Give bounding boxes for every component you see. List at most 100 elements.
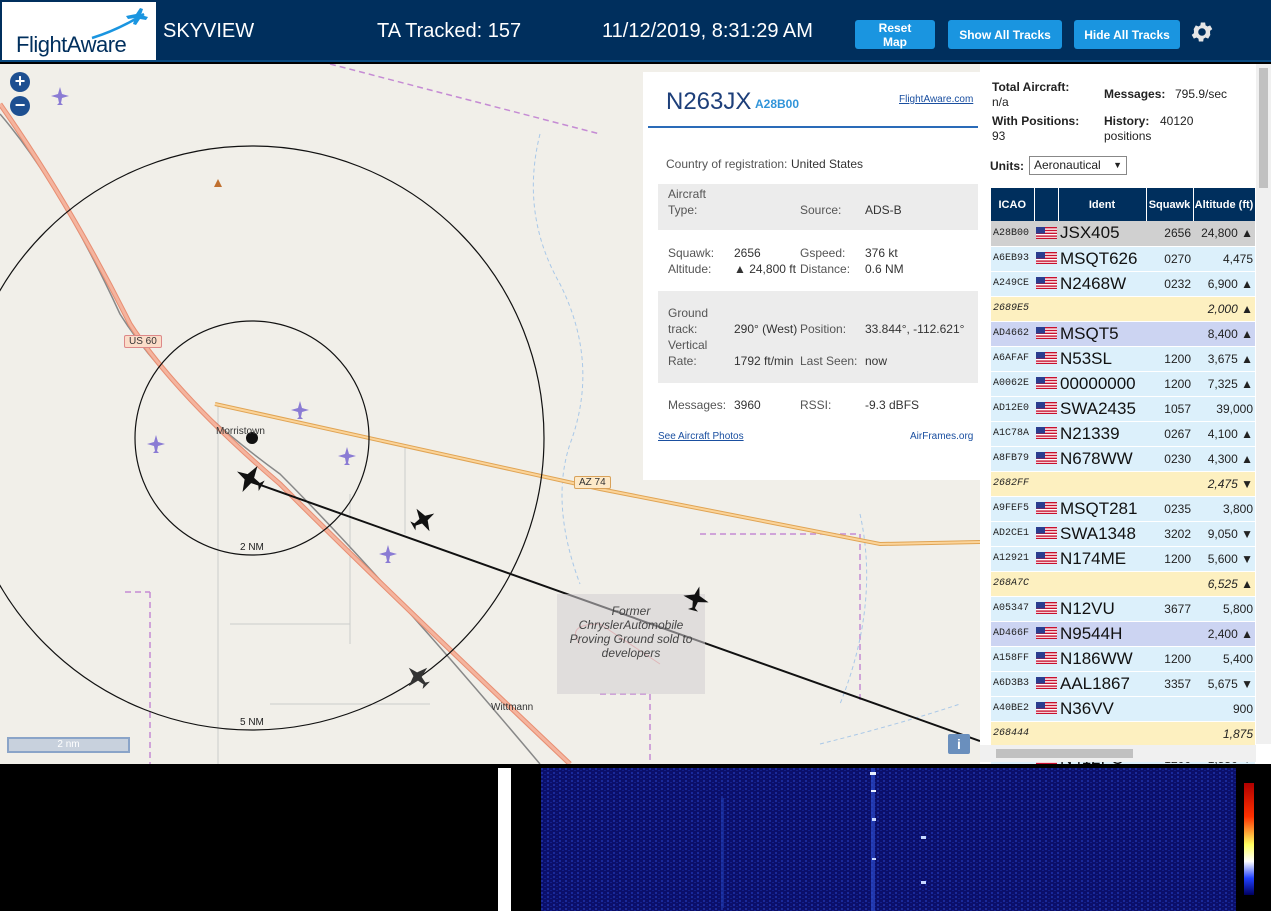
squawk-value: 2656 xyxy=(734,246,761,260)
altitude-value: ▲ 24,800 ft xyxy=(734,262,796,276)
cell-flag xyxy=(1034,646,1058,672)
cell-altitude: 900 xyxy=(1193,696,1255,722)
waterfall-pane xyxy=(511,768,1271,911)
table-row[interactable]: A249CE N2468W 0232 6,900 ▲ xyxy=(991,271,1255,297)
gspeed-label: Gspeed: xyxy=(800,246,846,260)
table-row[interactable]: A6AFAF N53SL 1200 3,675 ▲ xyxy=(991,346,1255,372)
table-row[interactable]: AD2CE1 SWA1348 3202 9,050 ▼ xyxy=(991,521,1255,547)
aircraft-marker-icon[interactable] xyxy=(146,434,166,454)
cell-icao: 268A7C xyxy=(991,571,1034,597)
cell-flag xyxy=(1034,446,1058,472)
cell-flag xyxy=(1034,221,1058,247)
aircraft-marker-icon[interactable] xyxy=(337,446,357,466)
col-altitude-header[interactable]: Altitude (ft) xyxy=(1193,188,1256,221)
selected-aircraft-panel: N263JX A28B00 FlightAware.com Country of… xyxy=(643,72,980,480)
selected-aircraft-icon[interactable] xyxy=(235,464,265,494)
cell-icao: A9FEF5 xyxy=(991,496,1034,522)
col-ident-header[interactable]: Ident xyxy=(1058,188,1147,221)
table-row[interactable]: A6EB93 MSQT626 0270 4,475 xyxy=(991,246,1255,272)
cell-flag xyxy=(1034,246,1058,272)
col-icao-header[interactable]: ICAO xyxy=(991,188,1035,221)
cell-ident: SWA1348 xyxy=(1058,521,1146,547)
cell-squawk xyxy=(1146,571,1193,597)
table-row[interactable]: A28B00 JSX405 2656 24,800 ▲ xyxy=(991,221,1255,247)
hide-all-tracks-button[interactable]: Hide All Tracks xyxy=(1074,20,1180,49)
cell-icao: AD2CE1 xyxy=(991,521,1034,547)
cell-flag xyxy=(1034,396,1058,422)
selected-hex: A28B00 xyxy=(755,97,800,111)
table-row[interactable]: AD12E0 SWA2435 1057 39,000 xyxy=(991,396,1255,422)
col-flag-header[interactable] xyxy=(1034,188,1059,221)
table-row[interactable]: 2682FF 2,475 ▼ xyxy=(991,471,1255,497)
aircraft-marker-icon[interactable] xyxy=(378,544,398,564)
reset-map-button[interactable]: Reset Map xyxy=(855,20,935,49)
us-flag-icon xyxy=(1036,625,1057,642)
us-flag-icon xyxy=(1036,650,1057,667)
us-flag-icon xyxy=(1036,250,1057,267)
aircraft-marker-icon[interactable] xyxy=(290,400,310,420)
table-header-row: ICAO Ident Squawk Altitude (ft) xyxy=(991,188,1256,221)
flightaware-link[interactable]: FlightAware.com xyxy=(899,94,973,105)
table-row[interactable]: A9FEF5 MSQT281 0235 3,800 xyxy=(991,496,1255,522)
cell-ident xyxy=(1058,571,1146,597)
flightaware-logo[interactable]: FlightAware xyxy=(2,2,156,60)
aircraft-marker-icon[interactable] xyxy=(405,664,431,690)
proving-ground-label: Former ChryslerAutomobile Proving Ground… xyxy=(569,604,693,660)
table-row[interactable]: 268444 1,875 xyxy=(991,721,1255,747)
col-squawk-header[interactable]: Squawk xyxy=(1146,188,1194,221)
us-flag-icon xyxy=(1036,600,1057,617)
table-row[interactable]: A0062E 00000000 1200 7,325 ▲ xyxy=(991,371,1255,397)
table-row[interactable]: AD4662 MSQT5 8,400 ▲ xyxy=(991,321,1255,347)
waterfall-colorbar xyxy=(1244,783,1254,895)
cell-squawk xyxy=(1146,321,1193,347)
cell-flag xyxy=(1034,596,1058,622)
cell-icao: A1C78A xyxy=(991,421,1034,447)
scrollbar-thumb[interactable] xyxy=(1259,68,1268,188)
aircraft-marker-icon[interactable] xyxy=(683,586,709,612)
cell-ident: MSQT626 xyxy=(1058,246,1146,272)
cell-icao: A12921 xyxy=(991,546,1034,572)
history-value: 40120 positions xyxy=(1104,114,1194,143)
table-row[interactable]: A40BE2 N36VV 900 xyxy=(991,696,1255,722)
units-select[interactable]: Aeronautical ▼ xyxy=(1029,156,1127,175)
chevron-down-icon: ▼ xyxy=(1113,160,1122,170)
cell-squawk xyxy=(1146,721,1193,747)
cell-altitude: 5,800 xyxy=(1193,596,1255,622)
us-flag-icon xyxy=(1036,675,1057,692)
waterfall-spectrogram xyxy=(541,768,1236,911)
gspeed-value: 376 kt xyxy=(865,246,898,260)
cell-ident xyxy=(1058,296,1146,322)
sidebar-horizontal-scrollbar[interactable] xyxy=(980,745,1256,762)
cell-icao: A158FF xyxy=(991,646,1034,672)
table-row[interactable]: A12921 N174ME 1200 5,600 ▼ xyxy=(991,546,1255,572)
aircraft-marker-icon[interactable] xyxy=(50,86,70,106)
zoom-in-button[interactable]: + xyxy=(10,72,30,92)
airframes-link[interactable]: AirFrames.org xyxy=(910,431,973,442)
sidebar-vertical-scrollbar[interactable] xyxy=(1256,64,1271,744)
scrollbar-thumb[interactable] xyxy=(996,749,1133,758)
aircraft-marker-icon[interactable] xyxy=(410,507,436,533)
cell-altitude: 2,475 ▼ xyxy=(1193,471,1255,497)
zoom-out-button[interactable]: − xyxy=(10,96,30,116)
table-row[interactable]: A6D3B3 AAL1867 3357 5,675 ▼ xyxy=(991,671,1255,697)
cell-icao: A0062E xyxy=(991,371,1034,397)
table-row[interactable]: 2689E5 2,000 ▲ xyxy=(991,296,1255,322)
table-row[interactable]: 268A7C 6,525 ▲ xyxy=(991,571,1255,597)
map-info-button[interactable]: i xyxy=(948,734,970,754)
cell-flag xyxy=(1034,621,1058,647)
table-row[interactable]: A05347 N12VU 3677 5,800 xyxy=(991,596,1255,622)
table-row[interactable]: A8FB79 N678WW 0230 4,300 ▲ xyxy=(991,446,1255,472)
cell-flag xyxy=(1034,671,1058,697)
show-all-tracks-button[interactable]: Show All Tracks xyxy=(948,20,1062,49)
table-row[interactable]: A158FF N186WW 1200 5,400 xyxy=(991,646,1255,672)
us-flag-icon xyxy=(1036,500,1057,517)
table-row[interactable]: AD466F N9544H 2,400 ▲ xyxy=(991,621,1255,647)
cell-flag xyxy=(1034,321,1058,347)
table-row[interactable]: A1C78A N21339 0267 4,100 ▲ xyxy=(991,421,1255,447)
ground-track-value: 290° (West) xyxy=(734,322,798,336)
cell-squawk xyxy=(1146,471,1193,497)
cell-altitude: 39,000 xyxy=(1193,396,1255,422)
us-flag-icon xyxy=(1036,375,1057,392)
gear-icon[interactable] xyxy=(1189,19,1215,45)
aircraft-photos-link[interactable]: See Aircraft Photos xyxy=(658,431,744,442)
